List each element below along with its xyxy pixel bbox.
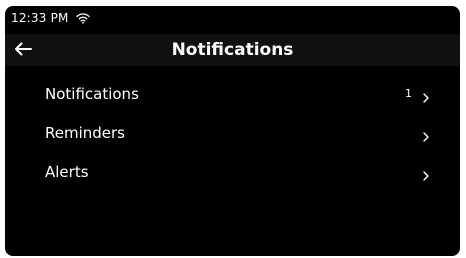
- menu-item-notifications[interactable]: Notifications 1: [5, 74, 460, 113]
- menu-item-alerts[interactable]: Alerts: [5, 152, 460, 191]
- status-bar: 12:33 PM: [5, 6, 460, 30]
- device-screen: 12:33 PM Notifications Notifications 1 R…: [5, 6, 460, 256]
- header-bar: Notifications: [5, 34, 460, 66]
- menu-item-label: Alerts: [45, 162, 89, 181]
- status-time: 12:33 PM: [11, 11, 69, 25]
- chevron-right-icon: [422, 167, 430, 181]
- page-title: Notifications: [171, 40, 294, 60]
- chevron-right-icon: [422, 128, 430, 142]
- notification-count-badge: 1: [405, 87, 412, 100]
- chevron-right-icon: [422, 89, 430, 103]
- back-button[interactable]: [11, 39, 35, 61]
- settings-menu: Notifications 1 Reminders Alerts: [5, 74, 460, 191]
- wifi-icon: [75, 12, 90, 24]
- menu-item-reminders[interactable]: Reminders: [5, 113, 460, 152]
- menu-item-label: Reminders: [45, 123, 125, 142]
- back-arrow-icon: [14, 41, 32, 60]
- menu-item-label: Notifications: [45, 84, 139, 103]
